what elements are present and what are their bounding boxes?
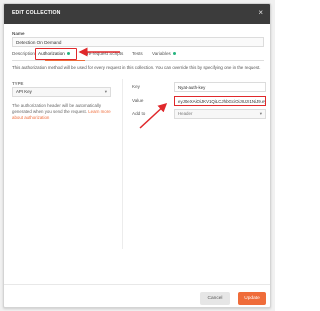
auth-info-text: This authorization method will be used f…: [12, 65, 261, 70]
tab-description[interactable]: Description: [12, 51, 35, 56]
tab-description-label: Description: [12, 51, 35, 56]
auth-type-description: The authorization header will be automat…: [12, 103, 112, 121]
key-input[interactable]: [174, 82, 266, 92]
active-tab-underline: [45, 60, 85, 61]
tab-pre-request-scripts-label: Pre-request Scripts: [84, 51, 124, 56]
chevron-down-icon: ▾: [259, 111, 262, 116]
auth-type-select[interactable]: API Key ▾: [12, 87, 111, 97]
status-dot-icon: [172, 52, 176, 56]
add-to-select[interactable]: Header ▾: [174, 109, 266, 119]
chevron-down-icon: ▾: [104, 89, 107, 94]
panel-divider: [122, 79, 123, 249]
dialog-title: EDIT COLLECTION: [12, 10, 61, 16]
key-label: Key: [132, 84, 140, 89]
dialog-titlebar: EDIT COLLECTION ×: [4, 4, 270, 24]
tab-tests-label: Tests: [132, 51, 143, 56]
update-button[interactable]: Update: [238, 292, 266, 305]
footer-divider: [4, 284, 270, 285]
collection-name-input[interactable]: [12, 37, 264, 47]
tab-variables-label: Variables: [152, 51, 171, 56]
value-input[interactable]: [174, 96, 266, 106]
screenshot-frame: EDIT COLLECTION × Name Description Autho…: [0, 0, 275, 311]
close-icon[interactable]: ×: [258, 9, 263, 17]
cancel-button[interactable]: Cancel: [200, 292, 230, 305]
tab-variables[interactable]: Variables: [152, 51, 176, 56]
edit-collection-dialog: EDIT COLLECTION × Name Description Autho…: [3, 3, 271, 308]
auth-type-selected: API Key: [16, 89, 32, 94]
tab-tests[interactable]: Tests: [132, 51, 143, 56]
type-label: TYPE: [12, 81, 24, 86]
value-label: Value: [132, 98, 144, 103]
name-label: Name: [12, 31, 25, 36]
annotation-highlight-box: [35, 48, 77, 60]
add-to-label: Add to: [132, 111, 146, 116]
add-to-selected: Header: [178, 111, 193, 116]
tab-pre-request-scripts[interactable]: Pre-request Scripts: [84, 51, 123, 56]
